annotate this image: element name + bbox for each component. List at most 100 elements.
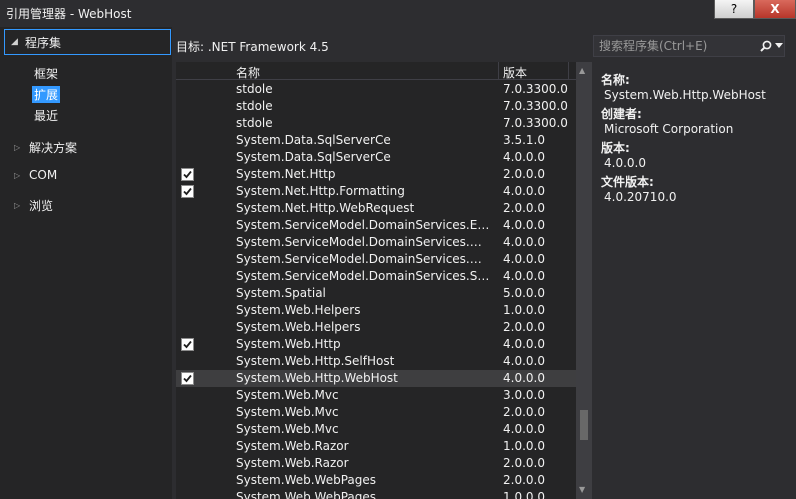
row-version: 7.0.3300.0	[503, 116, 568, 130]
row-version: 7.0.3300.0	[503, 99, 568, 113]
detail-version-value: 4.0.0.0	[604, 156, 646, 170]
table-row[interactable]: System.Data.SqlServerCe 4.0.0.0	[176, 149, 576, 166]
list-scrollbar[interactable]: ▲ ▼	[576, 62, 592, 499]
table-row[interactable]: System.Web.Http.WebHost 4.0.0.0	[176, 370, 576, 387]
row-checkbox[interactable]	[181, 372, 194, 385]
table-row[interactable]: System.Net.Http.WebRequest 2.0.0.0	[176, 200, 576, 217]
search-button[interactable]	[760, 38, 784, 54]
row-version: 4.0.0.0	[503, 218, 545, 232]
expand-triangle-icon: ▷	[14, 170, 21, 180]
row-version: 5.0.0.0	[503, 286, 545, 300]
row-version: 4.0.0.0	[503, 269, 545, 283]
nav-header-label: 程序集	[25, 35, 62, 50]
row-version: 4.0.0.0	[503, 337, 545, 351]
table-row[interactable]: System.Net.Http.Formatting 4.0.0.0	[176, 183, 576, 200]
column-divider[interactable]	[568, 62, 569, 80]
table-row[interactable]: stdole 7.0.3300.0	[176, 98, 576, 115]
row-name: System.Net.Http.WebRequest	[236, 201, 415, 215]
table-row[interactable]: System.ServiceModel.DomainServices.Ser..…	[176, 268, 576, 285]
title-bar: 引用管理器 - WebHost ? X	[0, 0, 796, 25]
scroll-up-icon[interactable]: ▲	[579, 66, 585, 75]
window-title: 引用管理器 - WebHost	[6, 7, 132, 21]
table-row[interactable]: System.Web.Razor 1.0.0.0	[176, 438, 576, 455]
checkmark-icon	[183, 187, 192, 196]
dropdown-icon	[775, 43, 783, 48]
table-row[interactable]: System.Web.WebPages 2.0.0.0	[176, 472, 576, 489]
table-row[interactable]: System.Spatial 5.0.0.0	[176, 285, 576, 302]
expand-triangle-icon: ▷	[14, 201, 21, 210]
nav-item-extensions[interactable]: 扩展	[32, 86, 61, 103]
column-header-version[interactable]: 版本	[503, 64, 527, 81]
table-row[interactable]: System.Web.Razor 2.0.0.0	[176, 455, 576, 472]
row-version: 2.0.0.0	[503, 320, 545, 334]
table-row[interactable]: stdole 7.0.3300.0	[176, 115, 576, 132]
table-row[interactable]: System.Web.Mvc 4.0.0.0	[176, 421, 576, 438]
target-framework-label: 目标: .NET Framework 4.5	[176, 40, 329, 54]
table-row[interactable]: System.Web.Http.SelfHost 4.0.0.0	[176, 353, 576, 370]
table-row[interactable]: System.Web.Http 4.0.0.0	[176, 336, 576, 353]
nav-category-com[interactable]: ▷ COM	[14, 168, 57, 182]
checkmark-icon	[183, 374, 192, 383]
detail-name-label: 名称:	[601, 73, 630, 87]
row-name: System.Web.Mvc	[236, 388, 339, 402]
nav-item-framework[interactable]: 框架	[32, 65, 60, 82]
row-version: 1.0.0.0	[503, 439, 545, 453]
row-name: System.Web.Http.WebHost	[236, 371, 398, 385]
nav-category-browse[interactable]: ▷ 浏览	[14, 197, 53, 214]
column-divider[interactable]	[498, 62, 499, 80]
search-icon	[760, 40, 772, 52]
table-row[interactable]: System.Web.Mvc 2.0.0.0	[176, 404, 576, 421]
row-version: 3.0.0.0	[503, 388, 545, 402]
table-row[interactable]: stdole 7.0.3300.0	[176, 81, 576, 98]
detail-creator-value: Microsoft Corporation	[604, 122, 734, 136]
row-version: 2.0.0.0	[503, 473, 545, 487]
table-row[interactable]: System.ServiceModel.DomainServices.Hos..…	[176, 251, 576, 268]
nav-category-label: 浏览	[29, 199, 54, 213]
column-header-name[interactable]: 名称	[236, 64, 260, 81]
expand-triangle-icon: ▷	[14, 143, 21, 152]
row-version: 1.0.0.0	[503, 490, 545, 499]
row-name: System.Data.SqlServerCe	[236, 133, 391, 147]
row-name: System.Web.WebPages	[236, 473, 377, 487]
scrollbar-thumb[interactable]	[580, 410, 588, 440]
table-row[interactable]: System.Net.Http 2.0.0.0	[176, 166, 576, 183]
table-row[interactable]: System.ServiceModel.DomainServices.Enti.…	[176, 217, 576, 234]
checkmark-icon	[183, 170, 192, 179]
detail-file-version-label: 文件版本:	[601, 175, 654, 189]
nav-category-solution[interactable]: ▷ 解决方案	[14, 139, 77, 156]
nav-header-assemblies[interactable]: ◢ 程序集	[4, 29, 171, 55]
table-row[interactable]: System.Web.Helpers 2.0.0.0	[176, 319, 576, 336]
table-row[interactable]: System.ServiceModel.DomainServices.Hos..…	[176, 234, 576, 251]
assembly-details-panel: 名称: System.Web.Http.WebHost 创建者: Microso…	[592, 62, 796, 499]
table-row[interactable]: System.Web.WebPages 1.0.0.0	[176, 489, 576, 499]
row-checkbox[interactable]	[181, 168, 194, 181]
row-name: System.Web.Razor	[236, 439, 349, 453]
search-box[interactable]	[593, 35, 785, 57]
row-checkbox[interactable]	[181, 338, 194, 351]
table-row[interactable]: System.Web.Helpers 1.0.0.0	[176, 302, 576, 319]
collapse-triangle-icon: ◢	[11, 37, 18, 47]
row-name: System.ServiceModel.DomainServices.Hos..…	[236, 235, 490, 249]
row-name: System.Web.Razor	[236, 456, 349, 470]
help-button[interactable]: ?	[714, 0, 754, 19]
row-version: 1.0.0.0	[503, 303, 545, 317]
assembly-list: 名称 版本 stdole 7.0.3300.0 stdole 7.0.3300.0 st…	[176, 62, 592, 499]
table-row[interactable]: System.Web.Mvc 3.0.0.0	[176, 387, 576, 404]
scroll-down-icon[interactable]: ▼	[579, 485, 585, 494]
checkmark-icon	[183, 340, 192, 349]
row-checkbox[interactable]	[181, 185, 194, 198]
table-row[interactable]: System.Data.SqlServerCe 3.5.1.0	[176, 132, 576, 149]
row-name: System.Web.Helpers	[236, 303, 361, 317]
row-name: stdole	[236, 99, 273, 113]
row-version: 2.0.0.0	[503, 167, 545, 181]
nav-item-recent[interactable]: 最近	[32, 107, 60, 124]
close-button[interactable]: X	[754, 0, 796, 19]
row-name: System.Data.SqlServerCe	[236, 150, 391, 164]
row-version: 4.0.0.0	[503, 235, 545, 249]
assembly-rows: stdole 7.0.3300.0 stdole 7.0.3300.0 stdole 7.…	[176, 81, 576, 499]
row-version: 3.5.1.0	[503, 133, 545, 147]
list-header: 名称 版本	[176, 62, 576, 80]
row-name: System.Web.Mvc	[236, 405, 339, 419]
search-input[interactable]	[599, 39, 754, 53]
row-name: System.ServiceModel.DomainServices.Hos..…	[236, 252, 490, 266]
